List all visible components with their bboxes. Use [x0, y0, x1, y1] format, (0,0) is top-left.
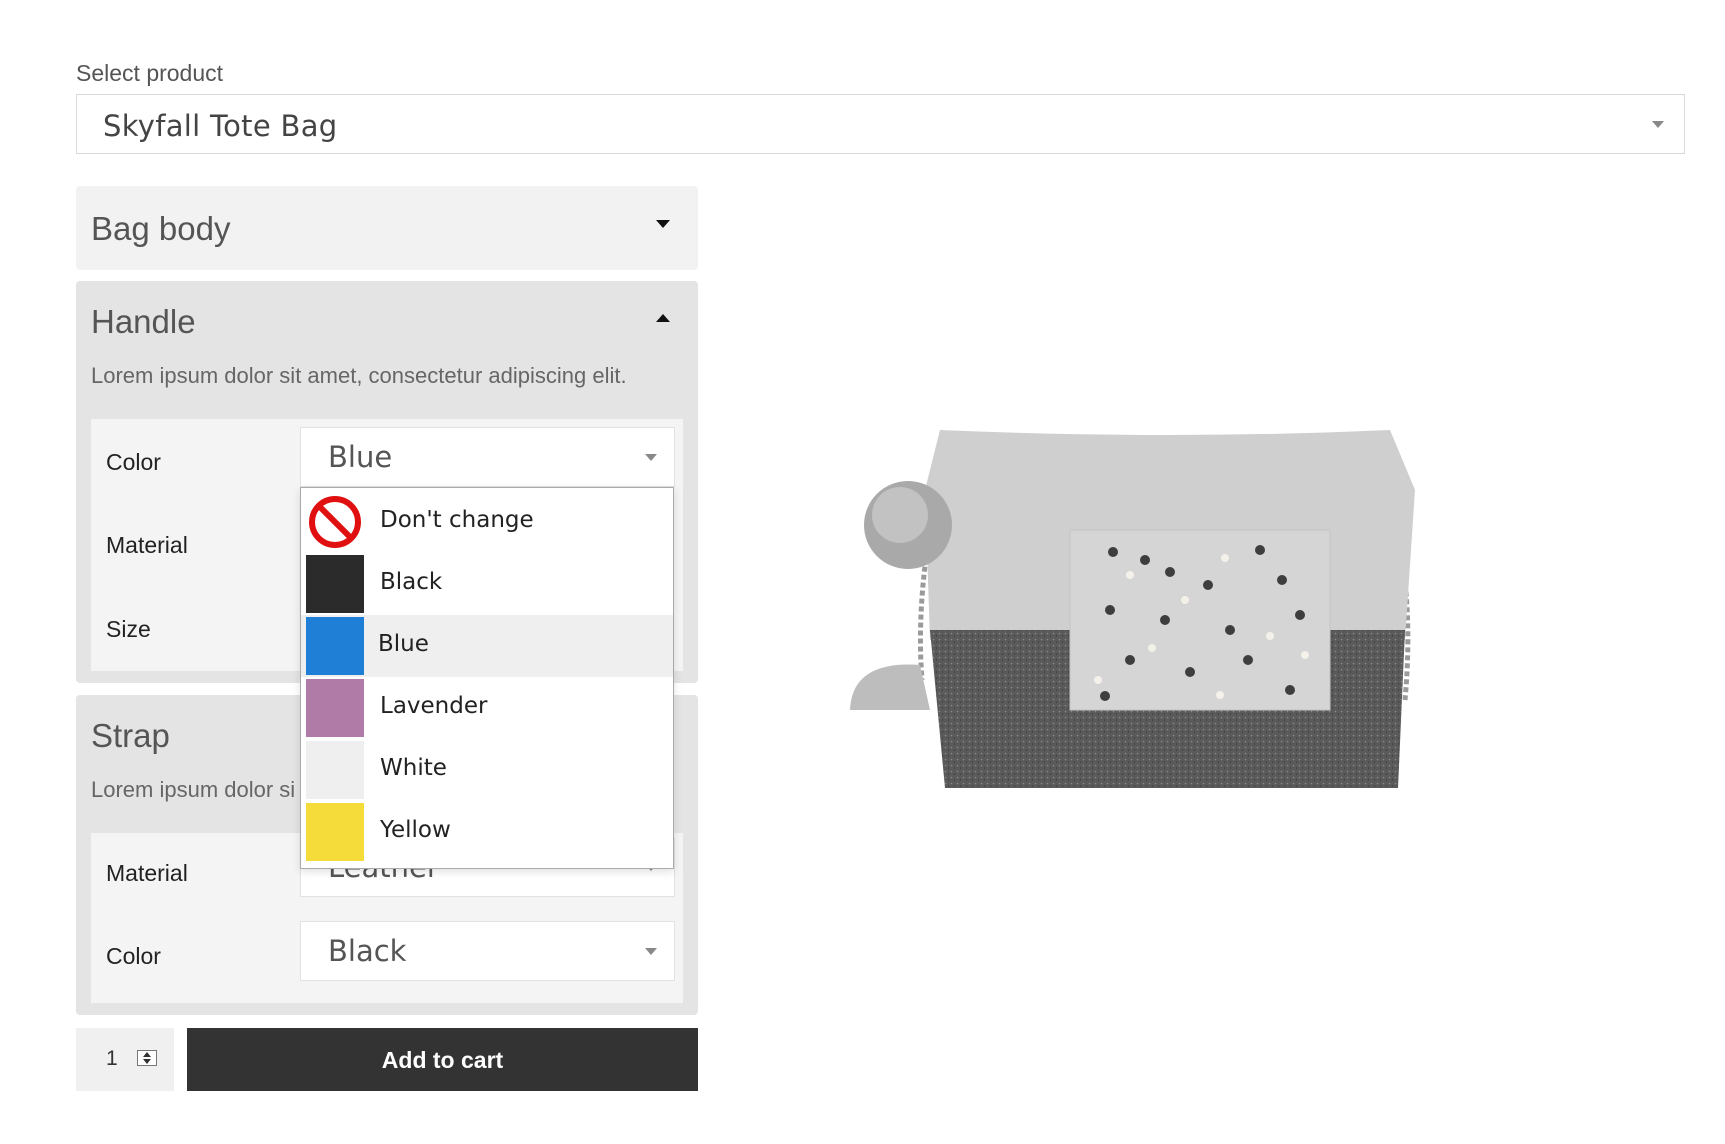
quantity-value: 1: [106, 1047, 118, 1070]
chevron-down-icon: [645, 454, 657, 461]
panel-title[interactable]: Strap: [91, 717, 170, 755]
dropdown-option-black[interactable]: Black: [301, 553, 673, 615]
option-label: Lavender: [380, 693, 488, 719]
dropdown-option-dont-change[interactable]: Don't change: [301, 491, 673, 553]
field-label-color: Color: [106, 943, 161, 969]
strap-color-select[interactable]: Black: [300, 921, 675, 981]
option-label: White: [380, 755, 447, 781]
panel-description: Lorem ipsum dolor si: [91, 777, 296, 802]
panel-bag-body[interactable]: Bag body: [76, 186, 698, 270]
panel-title[interactable]: Handle: [91, 303, 196, 341]
quantity-stepper[interactable]: 1: [76, 1028, 174, 1091]
product-select-value: Skyfall Tote Bag: [103, 109, 338, 143]
field-label-material: Material: [106, 860, 188, 886]
chevron-down-icon[interactable]: [656, 220, 670, 228]
color-swatch: [306, 555, 364, 613]
dropdown-option-yellow[interactable]: Yellow: [301, 801, 673, 863]
chevron-down-icon: [1652, 121, 1664, 128]
dropdown-option-blue[interactable]: Blue: [301, 615, 673, 677]
product-select[interactable]: Skyfall Tote Bag: [76, 94, 1685, 154]
chevron-up-icon[interactable]: [656, 314, 670, 322]
strap-color-select-value: Black: [328, 934, 407, 968]
option-label: Blue: [378, 631, 429, 657]
panel-title: Bag body: [91, 210, 231, 247]
dropdown-option-lavender[interactable]: Lavender: [301, 677, 673, 739]
stepper-arrows-icon[interactable]: [137, 1050, 157, 1066]
color-swatch: [306, 617, 364, 675]
panel-description: Lorem ipsum dolor sit amet, consectetur …: [91, 363, 627, 388]
dropdown-option-white[interactable]: White: [301, 739, 673, 801]
field-label-material: Material: [106, 532, 188, 558]
field-label-color: Color: [106, 449, 161, 475]
select-product-label: Select product: [76, 60, 224, 86]
color-dropdown-list[interactable]: Don't change Black Blue Lavender White Y…: [300, 487, 674, 869]
option-label: Don't change: [380, 507, 534, 533]
color-select[interactable]: Blue: [300, 427, 675, 487]
color-swatch: [306, 803, 364, 861]
no-entry-icon: [306, 493, 364, 551]
color-swatch: [306, 741, 364, 799]
add-to-cart-button[interactable]: Add to cart: [187, 1028, 698, 1091]
color-select-value: Blue: [328, 440, 393, 474]
color-swatch: [306, 679, 364, 737]
product-image: [850, 430, 1415, 788]
option-label: Black: [380, 569, 443, 595]
chevron-down-icon: [645, 948, 657, 955]
field-label-size: Size: [106, 616, 151, 642]
option-label: Yellow: [380, 817, 451, 843]
